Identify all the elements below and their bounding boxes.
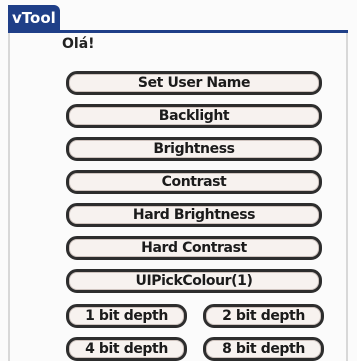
bit-depth-8-button[interactable]: 8 bit depth <box>203 337 324 361</box>
vtool-form: vTool Olá! Set User Name Backlight Brigh… <box>0 0 357 361</box>
bit-depth-2-button[interactable]: 2 bit depth <box>203 304 324 328</box>
ui-pick-colour-button[interactable]: UIPickColour(1) <box>66 269 322 293</box>
hard-brightness-button[interactable]: Hard Brightness <box>66 203 322 227</box>
form-title: vTool <box>8 5 60 32</box>
backlight-button[interactable]: Backlight <box>66 104 322 128</box>
hard-contrast-button[interactable]: Hard Contrast <box>66 236 322 260</box>
bit-depth-4-button[interactable]: 4 bit depth <box>66 337 187 361</box>
greeting-label: Olá! <box>62 36 95 52</box>
set-user-name-button[interactable]: Set User Name <box>66 71 322 95</box>
contrast-button[interactable]: Contrast <box>66 170 322 194</box>
brightness-button[interactable]: Brightness <box>66 137 322 161</box>
bit-depth-1-button[interactable]: 1 bit depth <box>66 304 187 328</box>
